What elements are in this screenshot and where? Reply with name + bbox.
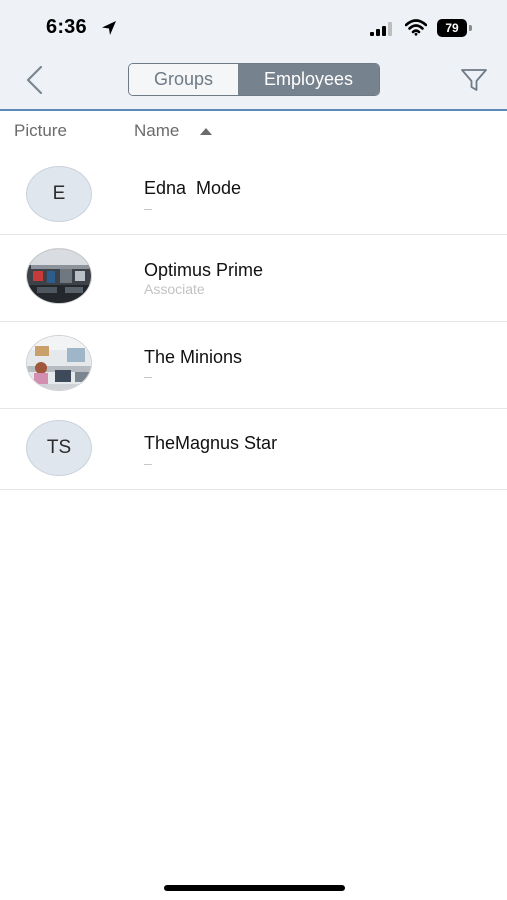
navigation-header: 6:36 79 Groups Employees — [0, 0, 507, 111]
avatar-initials: TS — [26, 420, 92, 476]
employee-subtitle: – — [144, 368, 152, 384]
office-photo-image — [27, 336, 91, 390]
column-header-name[interactable]: Name — [134, 121, 179, 141]
location-arrow-icon — [102, 21, 116, 35]
employee-row[interactable]: TS TheMagnus Star – — [0, 409, 507, 490]
battery-icon: 79 — [437, 19, 473, 37]
column-header-picture: Picture — [14, 121, 67, 140]
employee-row[interactable]: E Edna Mode – — [0, 148, 507, 235]
employee-row[interactable]: Optimus Prime Associate — [0, 235, 507, 322]
home-indicator[interactable] — [164, 885, 345, 891]
avatar-photo — [26, 248, 92, 304]
employee-name: TheMagnus Star — [144, 433, 278, 453]
avatar-initials: E — [26, 166, 92, 222]
employee-subtitle: – — [144, 455, 152, 471]
battery-level: 79 — [437, 19, 467, 37]
battery-cap — [469, 25, 472, 31]
office-photo-image — [27, 249, 91, 303]
view-segmented-control: Groups Employees — [128, 63, 380, 96]
status-time: 6:36 — [46, 16, 87, 38]
avatar-photo — [26, 335, 92, 391]
segment-groups[interactable]: Groups — [129, 64, 238, 95]
employee-subtitle: – — [144, 200, 152, 216]
employee-name: The Minions — [144, 347, 243, 367]
employee-name: Edna Mode — [144, 178, 242, 198]
employee-subtitle: Associate — [144, 281, 205, 297]
employee-name: Optimus Prime — [144, 260, 264, 280]
segment-employees[interactable]: Employees — [238, 64, 379, 95]
status-bar: 6:36 79 — [0, 0, 507, 56]
filter-icon[interactable] — [460, 66, 488, 94]
sort-up-icon[interactable] — [199, 127, 213, 136]
back-chevron-icon[interactable] — [22, 64, 48, 96]
cellular-signal-icon — [370, 22, 392, 36]
wifi-icon — [405, 19, 427, 36]
employee-row[interactable]: The Minions – — [0, 322, 507, 409]
